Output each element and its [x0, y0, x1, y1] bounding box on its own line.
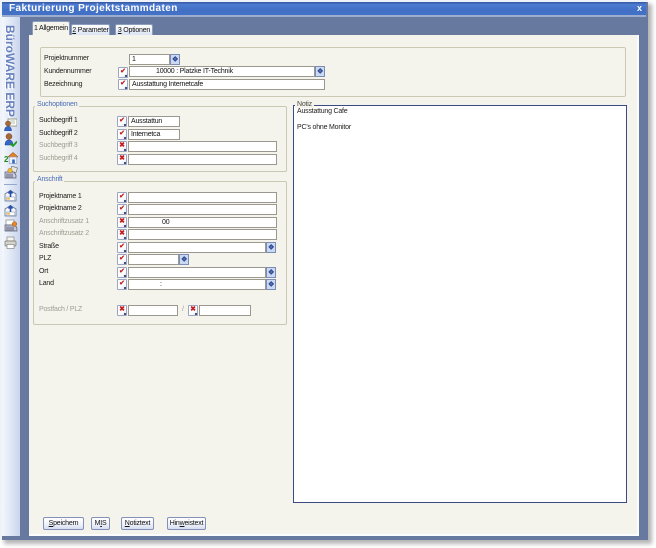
svg-text:2: 2: [4, 155, 9, 164]
